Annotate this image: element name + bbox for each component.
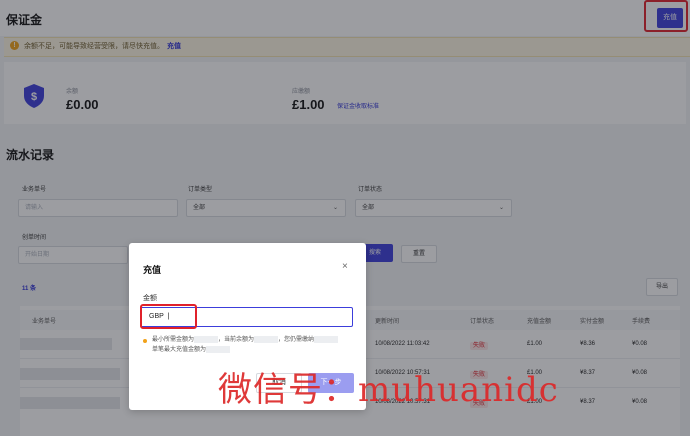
hint-max-label: 单笔最大充值金额为: [152, 347, 207, 353]
amount-label: 金额: [143, 295, 157, 302]
redacted-value: [254, 335, 279, 343]
info-dot-icon: [143, 339, 147, 343]
watermark: 微信号：muhuanidc: [218, 370, 559, 410]
modal-title: 充值: [143, 265, 162, 275]
hint-min-label: 最小所需金额为: [152, 337, 195, 343]
amount-hint: 最小所需金额为 ，当前余额为 ，您仍需缴纳 单笔最大充值金额为: [152, 335, 352, 355]
hint-balance-label: ，当前余额为: [218, 337, 255, 343]
redacted-value: [194, 335, 219, 343]
highlight-box-amount: [140, 304, 197, 329]
hint-remaining-label: ，您仍需缴纳: [278, 337, 315, 343]
redacted-value: [206, 345, 231, 353]
redacted-value: [314, 335, 339, 343]
close-icon[interactable]: ×: [342, 261, 348, 272]
